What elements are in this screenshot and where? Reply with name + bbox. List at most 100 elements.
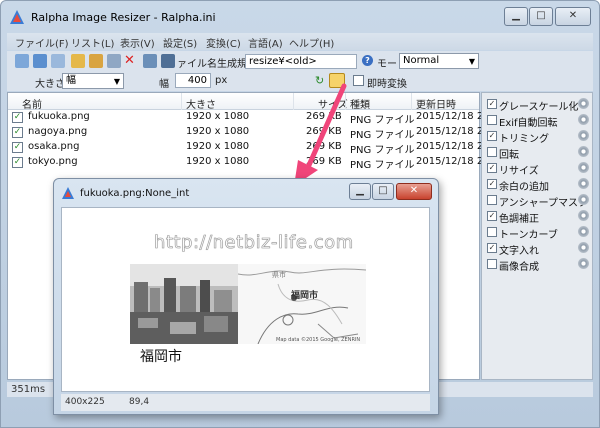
row-name: fukuoka.png — [28, 111, 90, 122]
option-checkbox[interactable] — [487, 195, 497, 205]
table-row[interactable]: ✓ nagoya.png 1920 x 1080 269 KB PNG ファイル… — [8, 125, 490, 141]
option-checkbox[interactable] — [487, 259, 497, 269]
option-trimming[interactable]: ✓ トリミング — [485, 128, 591, 145]
maximize-button[interactable]: □ — [372, 183, 394, 200]
row-checkbox[interactable]: ✓ — [12, 142, 23, 153]
filename-rule-input[interactable]: resize¥<old> — [245, 54, 357, 69]
table-row[interactable]: ✓ fukuoka.png 1920 x 1080 269 KB PNG ファイ… — [8, 110, 490, 126]
menu-list[interactable]: リスト(L) — [71, 35, 114, 50]
gear-icon[interactable] — [578, 258, 589, 269]
preview-window: fukuoka.png:None_int ▁ □ ✕ 県市 福岡市 Map da… — [53, 178, 439, 415]
option-checkbox[interactable]: ✓ — [487, 211, 497, 221]
column-name[interactable]: 名前 — [22, 96, 42, 111]
folder-icon[interactable] — [71, 54, 85, 68]
gear-icon[interactable] — [578, 226, 589, 237]
gear-icon[interactable] — [578, 242, 589, 253]
preview-dimensions: 400x225 — [65, 397, 105, 407]
gear-icon[interactable] — [578, 210, 589, 221]
option-label: トリミング — [499, 134, 549, 145]
option-checkbox[interactable] — [487, 115, 497, 125]
table-row[interactable]: ✓ osaka.png 1920 x 1080 269 KB PNG ファイル … — [8, 140, 490, 156]
mode-select[interactable]: Normal ▼ — [399, 53, 479, 69]
option-grayscale[interactable]: ✓ グレースケール化 — [485, 96, 591, 113]
gear-icon[interactable] — [578, 146, 589, 157]
map-label-small: 県市 — [272, 271, 286, 279]
gear-icon[interactable] — [578, 98, 589, 109]
delete-icon[interactable]: ✕ — [124, 53, 135, 68]
row-checkbox[interactable]: ✓ — [12, 157, 23, 168]
mode-value: Normal — [403, 55, 440, 66]
option-exif-rotate[interactable]: Exif自動回転 — [485, 112, 591, 129]
cursor-coordinates: 89,4 — [129, 397, 150, 407]
option-checkbox[interactable] — [487, 147, 497, 157]
map-copyright: Map data ©2015 Google, ZENRIN — [276, 337, 361, 343]
option-checkbox[interactable]: ✓ — [487, 131, 497, 141]
gear-icon[interactable] — [578, 162, 589, 173]
width-input[interactable]: 400 — [175, 73, 211, 88]
window-title: Ralpha Image Resizer - Ralpha.ini — [31, 11, 216, 24]
add-file-icon[interactable] — [15, 54, 29, 68]
instant-convert-label: 即時変換 — [367, 79, 407, 90]
table-row[interactable]: ✓ tokyo.png 1920 x 1080 269 KB PNG ファイル … — [8, 155, 490, 171]
menu-language[interactable]: 言語(A) — [248, 35, 283, 50]
option-image-composite[interactable]: 画像合成 — [485, 256, 591, 273]
option-add-margin[interactable]: ✓ 余白の追加 — [485, 176, 591, 193]
column-divider[interactable] — [181, 93, 182, 110]
menu-view[interactable]: 表示(V) — [120, 35, 155, 50]
folder-open-icon[interactable] — [89, 54, 103, 68]
row-name: nagoya.png — [28, 126, 88, 137]
caption-text: 福岡市 — [140, 349, 182, 365]
close-button[interactable]: ✕ — [555, 7, 591, 26]
option-label: 回転 — [499, 150, 519, 161]
instant-convert-checkbox[interactable] — [353, 75, 364, 86]
column-dimensions[interactable]: 大きさ — [186, 96, 216, 111]
unit-label: px — [215, 75, 228, 86]
size-mode-value: 幅 — [66, 75, 76, 86]
option-label: アンシャープマスク — [499, 198, 588, 209]
gear-icon[interactable] — [578, 130, 589, 141]
width-label: 幅 — [159, 79, 169, 90]
options-panel: ✓ グレースケール化 Exif自動回転 ✓ トリミング 回転 ✓ リサイズ ✓ 余白の追… — [481, 92, 593, 380]
list-header: 名前 大きさ サイズ 種類 更新日時 — [8, 93, 479, 111]
row-checkbox[interactable]: ✓ — [12, 127, 23, 138]
help-icon[interactable]: ? — [362, 55, 373, 66]
menu-help[interactable]: ヘルプ(H) — [289, 35, 334, 50]
row-date: 2015/12/18 20 — [416, 141, 490, 152]
menu-file[interactable]: ファイル(F) — [15, 35, 69, 50]
close-button[interactable]: ✕ — [396, 183, 432, 200]
add-folder-icon[interactable] — [33, 54, 47, 68]
gear-icon[interactable] — [578, 194, 589, 205]
image-icon[interactable] — [161, 54, 175, 68]
option-label: リサイズ — [499, 166, 539, 177]
minimize-button[interactable]: ▁ — [349, 183, 371, 200]
option-rotate[interactable]: 回転 — [485, 144, 591, 161]
size-mode-select[interactable]: 幅 ▼ — [62, 73, 124, 89]
row-type: PNG ファイル — [350, 115, 415, 126]
option-color-correction[interactable]: ✓ 色調補正 — [485, 208, 591, 225]
column-date[interactable]: 更新日時 — [416, 96, 456, 111]
option-resize[interactable]: ✓ リサイズ — [485, 160, 591, 177]
option-checkbox[interactable]: ✓ — [487, 243, 497, 253]
option-checkbox[interactable]: ✓ — [487, 163, 497, 173]
minimize-button[interactable]: ▁ — [504, 7, 528, 26]
properties-icon[interactable] — [143, 54, 157, 68]
option-unsharp-mask[interactable]: アンシャープマスク — [485, 192, 591, 209]
save-icon[interactable] — [107, 54, 121, 68]
gear-icon[interactable] — [578, 114, 589, 125]
open-icon[interactable] — [51, 54, 65, 68]
row-type: PNG ファイル — [350, 130, 415, 141]
option-checkbox[interactable]: ✓ — [487, 179, 497, 189]
menu-settings[interactable]: 設定(S) — [163, 35, 197, 50]
maximize-button[interactable]: □ — [529, 7, 553, 26]
column-type[interactable]: 種類 — [350, 96, 370, 111]
row-checkbox[interactable]: ✓ — [12, 112, 23, 123]
option-checkbox[interactable] — [487, 227, 497, 237]
title-bar: Ralpha Image Resizer - Ralpha.ini ▁ □ ✕ — [1, 1, 599, 31]
menu-convert[interactable]: 変換(C) — [206, 35, 241, 50]
column-divider[interactable] — [411, 93, 412, 110]
option-label: Exif自動回転 — [499, 118, 558, 129]
option-checkbox[interactable]: ✓ — [487, 99, 497, 109]
option-tone-curve[interactable]: トーンカーブ — [485, 224, 591, 241]
gear-icon[interactable] — [578, 178, 589, 189]
option-text-insert[interactable]: ✓ 文字入れ — [485, 240, 591, 257]
